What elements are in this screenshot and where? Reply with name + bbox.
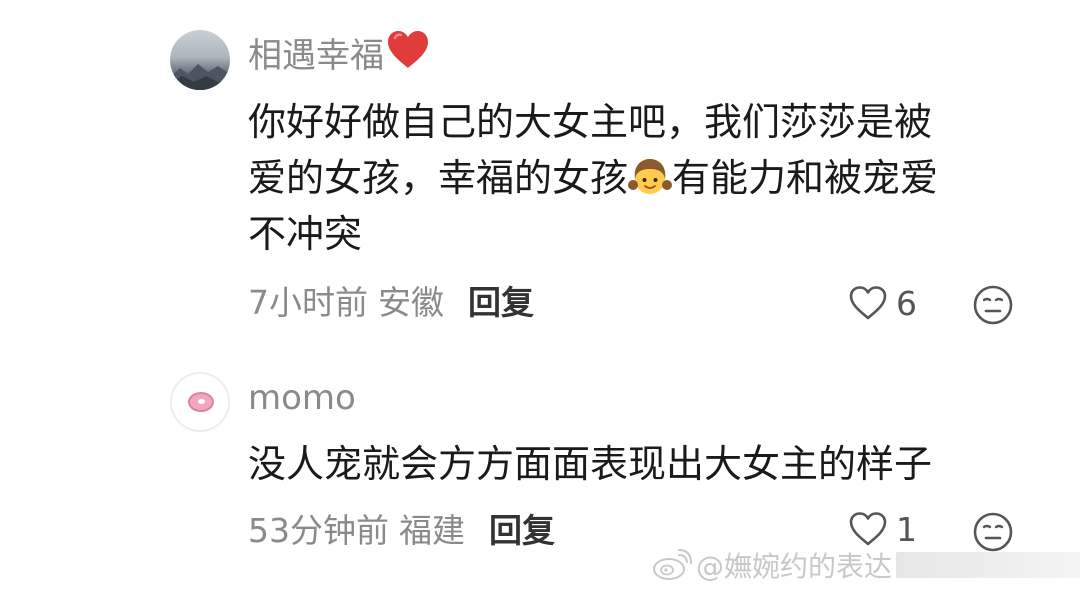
like-button[interactable]: 6 bbox=[848, 283, 917, 323]
timestamp: 7小时前 bbox=[248, 283, 368, 322]
watermark-text: @嫵婉约的表达 bbox=[696, 550, 893, 583]
username[interactable]: 相遇幸福 bbox=[248, 30, 430, 82]
like-button[interactable]: 1 bbox=[848, 509, 917, 549]
comment-text-line: 你好好做自己的大女主吧，我们莎莎是被 bbox=[248, 100, 933, 144]
mountain-landscape-icon bbox=[170, 64, 230, 90]
comment-text-line: 爱的女孩，幸福的女孩 有能力和被宠爱 bbox=[248, 155, 939, 200]
heart-outline-icon bbox=[849, 512, 887, 546]
comment-text-line: 不冲突 bbox=[248, 212, 363, 256]
watermark: @嫵婉约的表达 bbox=[652, 545, 1080, 585]
region-label: 安徽 bbox=[378, 283, 444, 322]
reply-button[interactable]: 回复 bbox=[468, 283, 534, 322]
watermark-mask bbox=[896, 552, 1080, 578]
avatar[interactable] bbox=[170, 372, 230, 432]
like-count: 1 bbox=[896, 509, 917, 549]
comment-meta: 53分钟前 福建 回复 bbox=[248, 511, 555, 551]
neutral-face-icon bbox=[973, 285, 1013, 325]
weibo-logo-icon bbox=[653, 549, 692, 580]
timestamp: 53分钟前 bbox=[248, 511, 389, 550]
reply-button[interactable]: 回复 bbox=[489, 511, 555, 550]
comment-meta: 7小时前 安徽 回复 bbox=[248, 283, 534, 323]
comment-section: 相遇幸福 你好好做自己的大女主吧，我们莎莎是被 爱的女孩，幸福的女孩 有能力和被宠… bbox=[0, 0, 1080, 592]
girl-emoji-icon bbox=[628, 155, 673, 199]
red-heart-emoji-icon bbox=[386, 30, 430, 79]
donut-avatar-icon bbox=[188, 392, 214, 412]
dislike-button[interactable] bbox=[972, 284, 1014, 330]
username-text[interactable]: 相遇幸福 bbox=[248, 36, 384, 76]
heart-outline-icon bbox=[849, 286, 887, 320]
region-label: 福建 bbox=[399, 511, 465, 550]
username[interactable]: momo bbox=[248, 378, 356, 418]
avatar[interactable] bbox=[170, 30, 230, 90]
like-count: 6 bbox=[896, 283, 917, 323]
comment-text: 没人宠就会方方面面表现出大女主的样子 bbox=[248, 442, 933, 486]
comment-text: 你好好做自己的大女主吧，我们莎莎是被 爱的女孩，幸福的女孩 有能力和被宠爱 不冲突 bbox=[248, 94, 1028, 262]
